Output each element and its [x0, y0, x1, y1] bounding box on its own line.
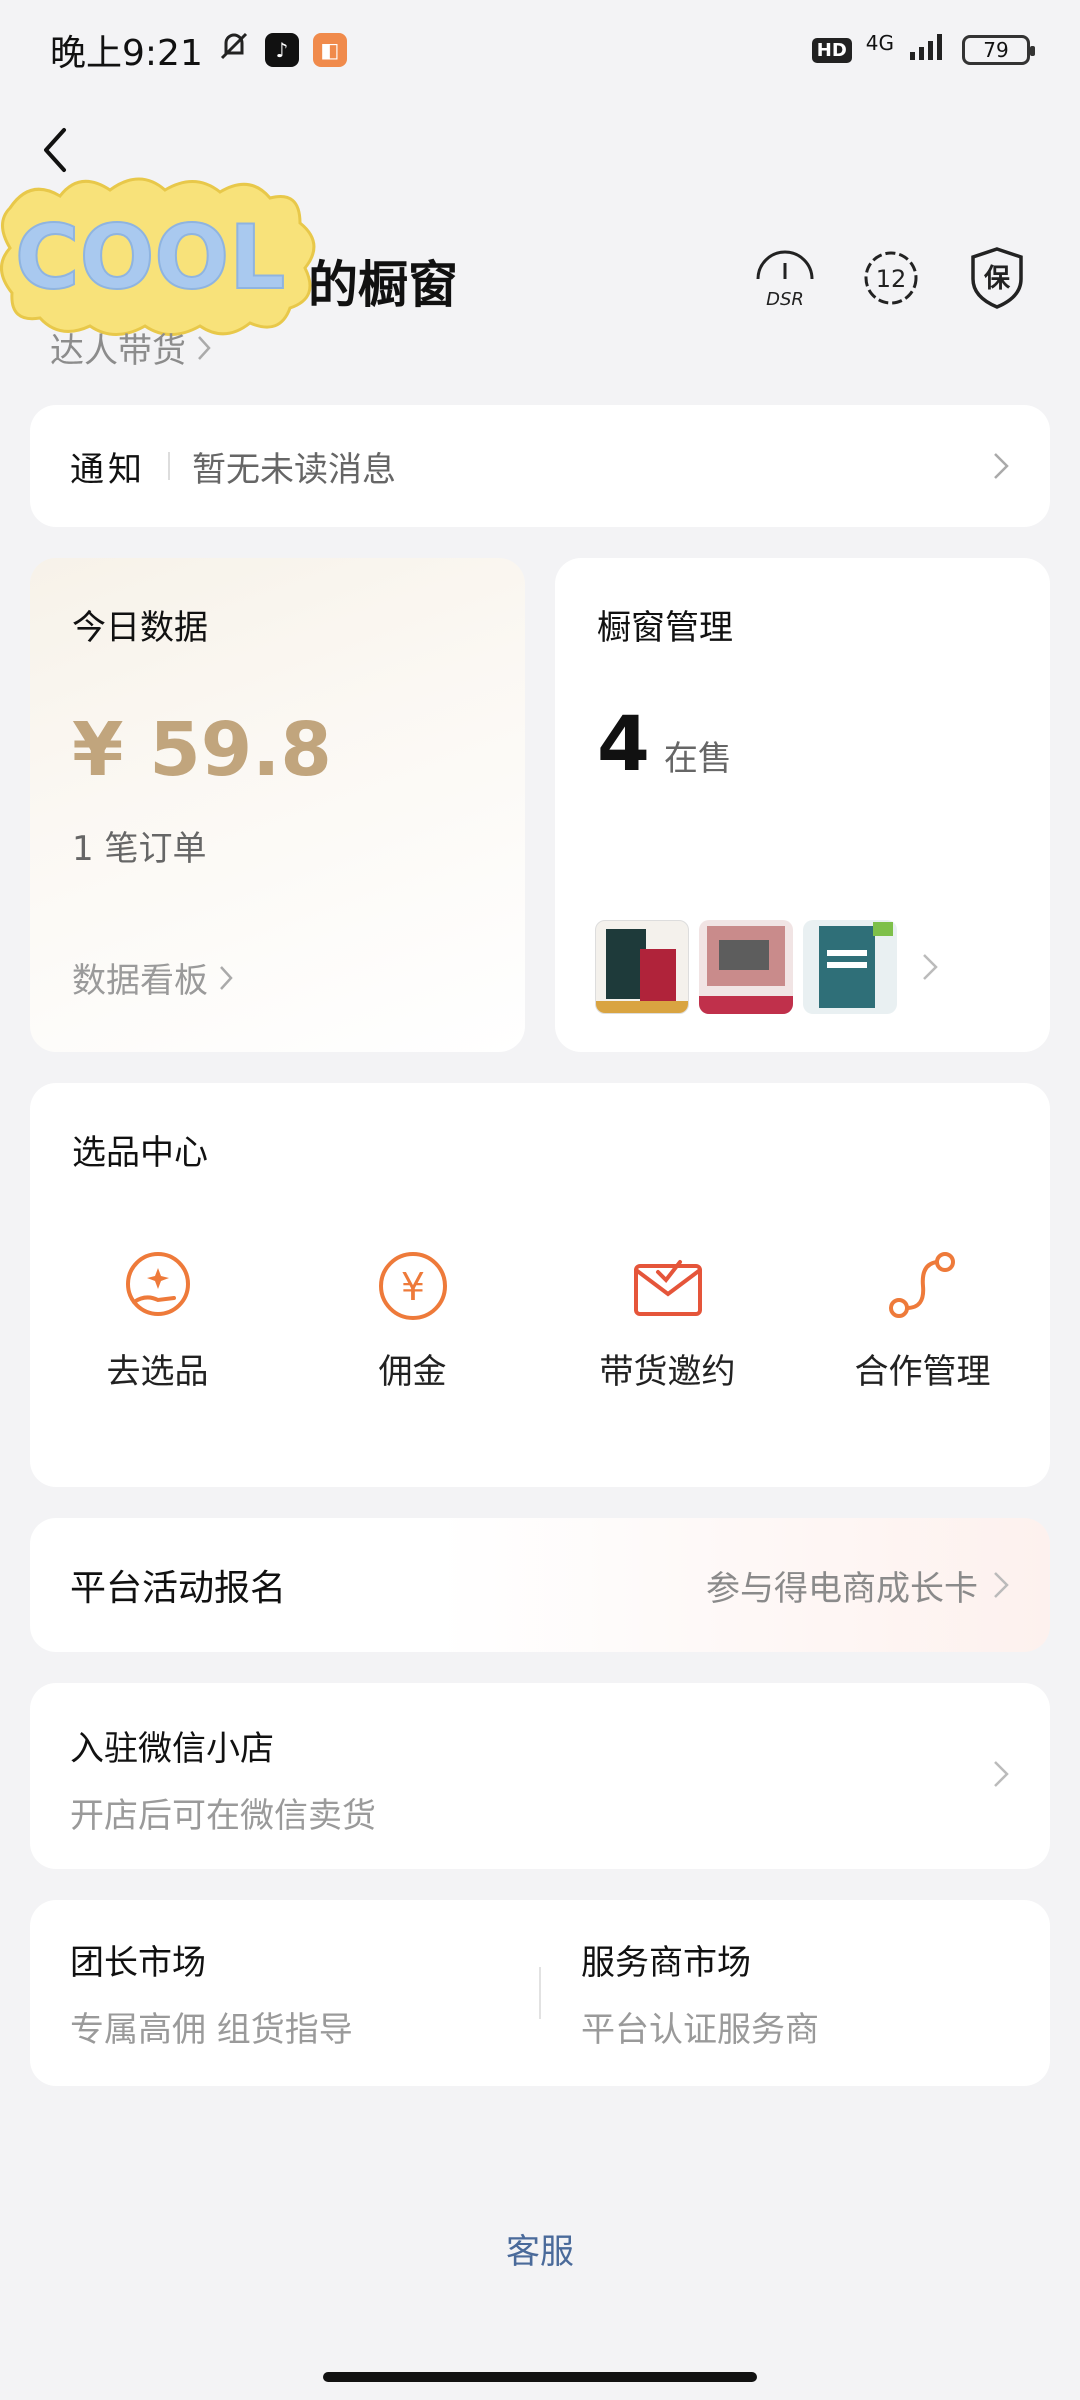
notice-bar[interactable]: 通知 暂无未读消息	[30, 405, 1050, 527]
activity-link-label: 参与得电商成长卡	[706, 1568, 978, 1609]
mute-icon	[217, 29, 251, 72]
customer-service-link[interactable]: 客服	[0, 2224, 1080, 2273]
commission-button[interactable]: ¥ 佣金	[285, 1248, 540, 1393]
select-product-button[interactable]: 去选品	[30, 1248, 285, 1393]
level-badge-icon: 12	[864, 251, 918, 305]
select-product-label: 去选品	[106, 1352, 209, 1392]
chevron-right-icon	[220, 965, 233, 990]
creator-link[interactable]: 达人带货	[50, 323, 212, 372]
svg-text:12: 12	[876, 265, 907, 293]
data-dashboard-link[interactable]: 数据看板	[72, 953, 234, 1002]
data-dashboard-label: 数据看板	[72, 961, 208, 1001]
invite-label: 带货邀约	[599, 1352, 736, 1392]
leader-market-item[interactable]: 团长市场 专属高佣 组货指导	[30, 1935, 539, 2051]
on-sale-number: 4	[597, 699, 650, 788]
on-sale-label: 在售	[663, 739, 732, 779]
commission-label: 佣金	[378, 1352, 447, 1392]
leader-market-title: 团长市场	[70, 1943, 206, 1983]
wechat-shop-title: 入驻微信小店	[70, 1729, 274, 1769]
svg-text:保: 保	[983, 264, 1011, 294]
cool-sticker-avatar: COOL	[0, 168, 330, 343]
shopping-app-icon: ◧	[312, 33, 347, 67]
platform-activity-bar[interactable]: 平台活动报名 参与得电商成长卡	[30, 1518, 1050, 1652]
svg-text:DSR: DSR	[766, 289, 804, 310]
dsr-gauge-icon: DSR	[756, 250, 814, 310]
service-market-item[interactable]: 服务商市场 平台认证服务商	[541, 1935, 1050, 2051]
chevron-right-icon	[994, 1761, 1009, 1787]
invite-icon	[633, 1260, 702, 1316]
shield-icon: 保	[971, 247, 1023, 309]
service-market-title: 服务商市场	[581, 1943, 751, 1983]
hd-badge: HD	[811, 37, 852, 63]
shop-window-title: 橱窗管理	[597, 608, 733, 648]
activity-title: 平台活动报名	[70, 1568, 287, 1609]
sticker-text: COOL	[15, 206, 285, 309]
service-market-subtitle: 平台认证服务商	[581, 2010, 819, 2050]
wechat-shop-card[interactable]: 入驻微信小店 开店后可在微信卖货	[30, 1683, 1050, 1869]
today-orders: 1 笔订单	[72, 829, 207, 869]
select-center-card: 选品中心 去选品 ¥ 佣金 带货邀约 合作管理	[30, 1083, 1050, 1487]
header-icons: DSR 12 保	[752, 245, 1030, 311]
guarantee-button[interactable]: 保	[964, 245, 1030, 311]
product-thumbnail[interactable]	[803, 920, 897, 1014]
battery-level: 79	[983, 38, 1009, 62]
select-product-icon	[125, 1252, 190, 1316]
network-label: 4G	[865, 31, 894, 55]
activity-link: 参与得电商成长卡	[706, 1561, 1010, 1610]
home-indicator[interactable]	[323, 2372, 757, 2382]
commission-icon: ¥	[378, 1252, 447, 1320]
notice-message: 暂无未读消息	[192, 449, 396, 490]
svg-text:¥: ¥	[400, 1265, 424, 1309]
select-center-title: 选品中心	[72, 1133, 208, 1173]
page-title: 的橱窗	[308, 256, 458, 314]
wechat-shop-subtitle: 开店后可在微信卖货	[70, 1796, 376, 1836]
today-data-card[interactable]: 今日数据 ¥ 59.8 1 笔订单 数据看板	[30, 558, 525, 1052]
product-thumbnails	[595, 920, 939, 1014]
product-thumbnail[interactable]	[699, 920, 793, 1014]
creator-link-label: 达人带货	[50, 331, 186, 371]
notice-divider	[168, 452, 170, 480]
chevron-right-icon	[994, 1572, 1009, 1598]
notice-title: 通知	[70, 449, 146, 490]
shop-window-card[interactable]: 橱窗管理 4 在售	[555, 558, 1050, 1052]
today-amount: ¥ 59.8	[72, 707, 332, 793]
status-left: 晚上9:21 ♪ ◧	[50, 24, 347, 76]
dsr-button[interactable]: DSR	[752, 245, 818, 311]
on-sale-count: 4 在售	[597, 699, 1008, 788]
leader-market-subtitle: 专属高佣 组货指导	[70, 2010, 353, 2050]
select-center-grid: 去选品 ¥ 佣金 带货邀约 合作管理	[30, 1248, 1050, 1393]
status-time: 晚上9:21	[50, 33, 203, 74]
chevron-left-icon	[44, 128, 66, 172]
status-right: HD 4G 79	[811, 31, 1035, 68]
chevron-right-icon	[994, 453, 1009, 479]
signal-icon	[908, 32, 948, 68]
cooperation-label: 合作管理	[854, 1352, 991, 1392]
battery-icon: 79	[962, 35, 1035, 65]
status-bar: 晚上9:21 ♪ ◧ HD 4G 79	[0, 0, 1080, 100]
chevron-right-icon	[198, 335, 211, 360]
cooperation-icon	[888, 1252, 955, 1318]
chevron-right-icon	[923, 954, 938, 980]
today-data-title: 今日数据	[72, 608, 208, 648]
product-thumbnail[interactable]	[595, 920, 689, 1014]
cooperation-button[interactable]: 合作管理	[795, 1248, 1050, 1393]
level-button[interactable]: 12	[858, 245, 924, 311]
invite-button[interactable]: 带货邀约	[540, 1248, 795, 1393]
markets-card: 团长市场 专属高佣 组货指导 服务商市场 平台认证服务商	[30, 1900, 1050, 2086]
tiktok-app-icon: ♪	[264, 33, 299, 67]
